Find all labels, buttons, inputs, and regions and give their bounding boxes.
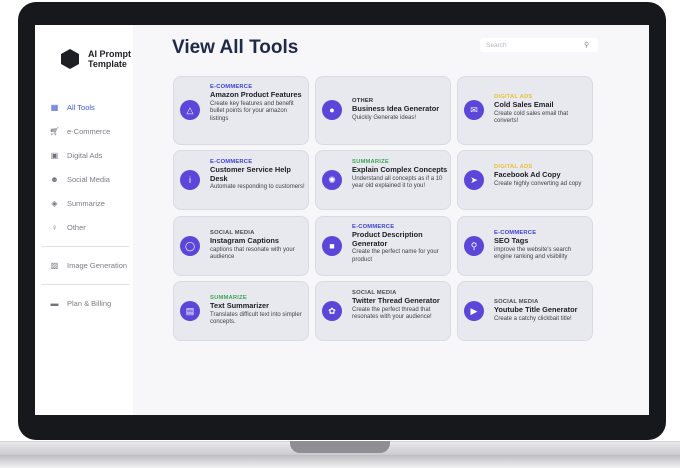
tool-card-text-summarizer[interactable]: ▤ SUMMARIZE Text Summarizer Translates d… xyxy=(173,281,309,341)
tool-card-business-idea-generator[interactable]: ● OTHER Business Idea Generator Quickly … xyxy=(315,76,451,145)
card-description: captions that resonate with your audienc… xyxy=(210,246,295,261)
card-description: Understand all concepts as if a 10 year … xyxy=(352,175,443,190)
card-description: Create key features and benefit bullet p… xyxy=(210,100,294,122)
twitter-icon: ✿ xyxy=(322,301,342,321)
card-title: Instagram Captions xyxy=(210,236,279,245)
card-description: improve the website's search engine rank… xyxy=(494,246,572,261)
card-title: Explain Complex Concepts xyxy=(352,165,448,174)
tool-card-amazon-product-features[interactable]: △ E-COMMERCE Amazon Product Features Cre… xyxy=(173,76,309,145)
card-title: Customer Service Help Desk xyxy=(210,165,291,183)
sidebar-item-label: Plan & Billing xyxy=(67,298,112,308)
card-title: Amazon Product Features xyxy=(210,90,302,99)
tool-card-product-description-generator[interactable]: ■ E-COMMERCE Product Description Generat… xyxy=(315,216,451,276)
sidebar-item-all-tools[interactable]: ▦ All Tools xyxy=(35,98,133,116)
card-title: Facebook Ad Copy xyxy=(494,170,561,179)
card-description: Create cold sales email that converts! xyxy=(494,110,569,125)
magnify-icon: ⚲ xyxy=(464,236,484,256)
page-title: View All Tools xyxy=(172,37,299,58)
sidebar-item-plan-billing[interactable]: ▬ Plan & Billing xyxy=(35,294,133,312)
laptop-shadow xyxy=(0,455,680,468)
card-description: Create the perfect thread that resonates… xyxy=(352,306,432,321)
card-title: Youtube Title Generator xyxy=(494,305,578,314)
sidebar: AI Prompt Template ▦ All Tools 🛒︎ e-Comm… xyxy=(35,25,133,415)
tool-card-twitter-thread-generator[interactable]: ✿ SOCIAL MEDIA Twitter Thread Generator … xyxy=(315,281,451,341)
card-description: Quickly Generate ideas! xyxy=(352,114,417,121)
sidebar-item-label: Summarize xyxy=(67,198,105,208)
card-title: Cold Sales Email xyxy=(494,100,554,109)
people-icon: ☻ xyxy=(50,174,59,184)
sidebar-item-label: Other xyxy=(67,222,86,232)
grid-icon: ▦ xyxy=(50,102,59,112)
card-title: Product Description Generator xyxy=(352,230,423,248)
image-icon: ▨ xyxy=(50,260,59,270)
instagram-icon: ◯ xyxy=(180,236,200,256)
logo[interactable]: AI Prompt Template xyxy=(61,49,131,69)
sidebar-item-label: e-Commerce xyxy=(67,126,111,136)
cart-icon: △ xyxy=(180,100,200,120)
ad-icon: ▣ xyxy=(50,150,59,160)
tool-card-cold-sales-email[interactable]: ✉ DIGITAL ADS Cold Sales Email Create co… xyxy=(457,76,593,145)
sidebar-divider xyxy=(41,246,129,247)
rocket-icon: ➤ xyxy=(464,170,484,190)
mail-icon: ✉ xyxy=(464,100,484,120)
tool-card-facebook-ad-copy[interactable]: ➤ DIGITAL ADS Facebook Ad Copy Create hi… xyxy=(457,150,593,210)
sidebar-divider xyxy=(41,284,129,285)
card-title: Twitter Thread Generator xyxy=(352,296,440,305)
tool-card-explain-complex-concepts[interactable]: ✺ SUMMARIZE Explain Complex Concepts Und… xyxy=(315,150,451,210)
sidebar-item-other[interactable]: ♀ Other xyxy=(35,218,133,236)
cart-icon: 🛒︎ xyxy=(49,126,60,136)
bulb-icon: ♀ xyxy=(51,222,58,232)
card-description: Create the perfect name for your product xyxy=(352,249,439,263)
bulb-icon: ● xyxy=(322,100,342,120)
logo-line-1: AI Prompt xyxy=(88,49,132,59)
sidebar-item-label: All Tools xyxy=(67,102,95,112)
card-description: Create a catchy clickbait title! xyxy=(494,315,572,322)
box-icon: ◈ xyxy=(51,198,58,208)
tool-card-customer-service-help-desk[interactable]: i E-COMMERCE Customer Service Help Desk … xyxy=(173,150,309,210)
sidebar-item-social-media[interactable]: ☻ Social Media xyxy=(35,170,133,188)
sidebar-item-digital-ads[interactable]: ▣ Digital Ads xyxy=(35,146,133,164)
card-description: Create highly converting ad copy xyxy=(494,180,582,187)
youtube-icon: ▶ xyxy=(464,301,484,321)
card-description: Translates difficult text into simpler c… xyxy=(210,311,302,326)
search-icon[interactable]: ⚲ xyxy=(584,41,589,49)
app-screen: AI Prompt Template ▦ All Tools 🛒︎ e-Comm… xyxy=(35,25,649,415)
card-icon: ▬ xyxy=(50,298,59,308)
sidebar-item-label: Image Generation xyxy=(67,260,128,270)
tool-card-seo-tags[interactable]: ⚲ E-COMMERCE SEO Tags improve the websit… xyxy=(457,216,593,276)
sidebar-item-image-generation[interactable]: ▨ Image Generation xyxy=(35,256,133,274)
card-title: Text Summarizer xyxy=(210,301,270,310)
sidebar-item-label: Digital Ads xyxy=(67,150,103,160)
document-icon: ▤ xyxy=(180,301,200,321)
info-icon: i xyxy=(180,170,200,190)
sidebar-item-summarize[interactable]: ◈ Summarize xyxy=(35,194,133,212)
logo-icon xyxy=(61,49,79,69)
atom-icon: ✺ xyxy=(322,170,342,190)
box-icon: ■ xyxy=(322,236,342,256)
search-input[interactable] xyxy=(480,40,584,50)
card-title: SEO Tags xyxy=(494,236,529,245)
tool-card-instagram-captions[interactable]: ◯ SOCIAL MEDIA Instagram Captions captio… xyxy=(173,216,309,276)
logo-line-2: Template xyxy=(88,59,127,69)
card-title: Business Idea Generator xyxy=(352,104,440,113)
laptop-notch xyxy=(290,441,390,453)
search-box[interactable]: ⚲ xyxy=(480,38,598,52)
sidebar-item-ecommerce[interactable]: 🛒︎ e-Commerce xyxy=(35,122,133,140)
tool-card-youtube-title-generator[interactable]: ▶ SOCIAL MEDIA Youtube Title Generator C… xyxy=(457,281,593,341)
card-description: Automate responding to customers! xyxy=(210,184,305,191)
sidebar-item-label: Social Media xyxy=(67,174,110,184)
